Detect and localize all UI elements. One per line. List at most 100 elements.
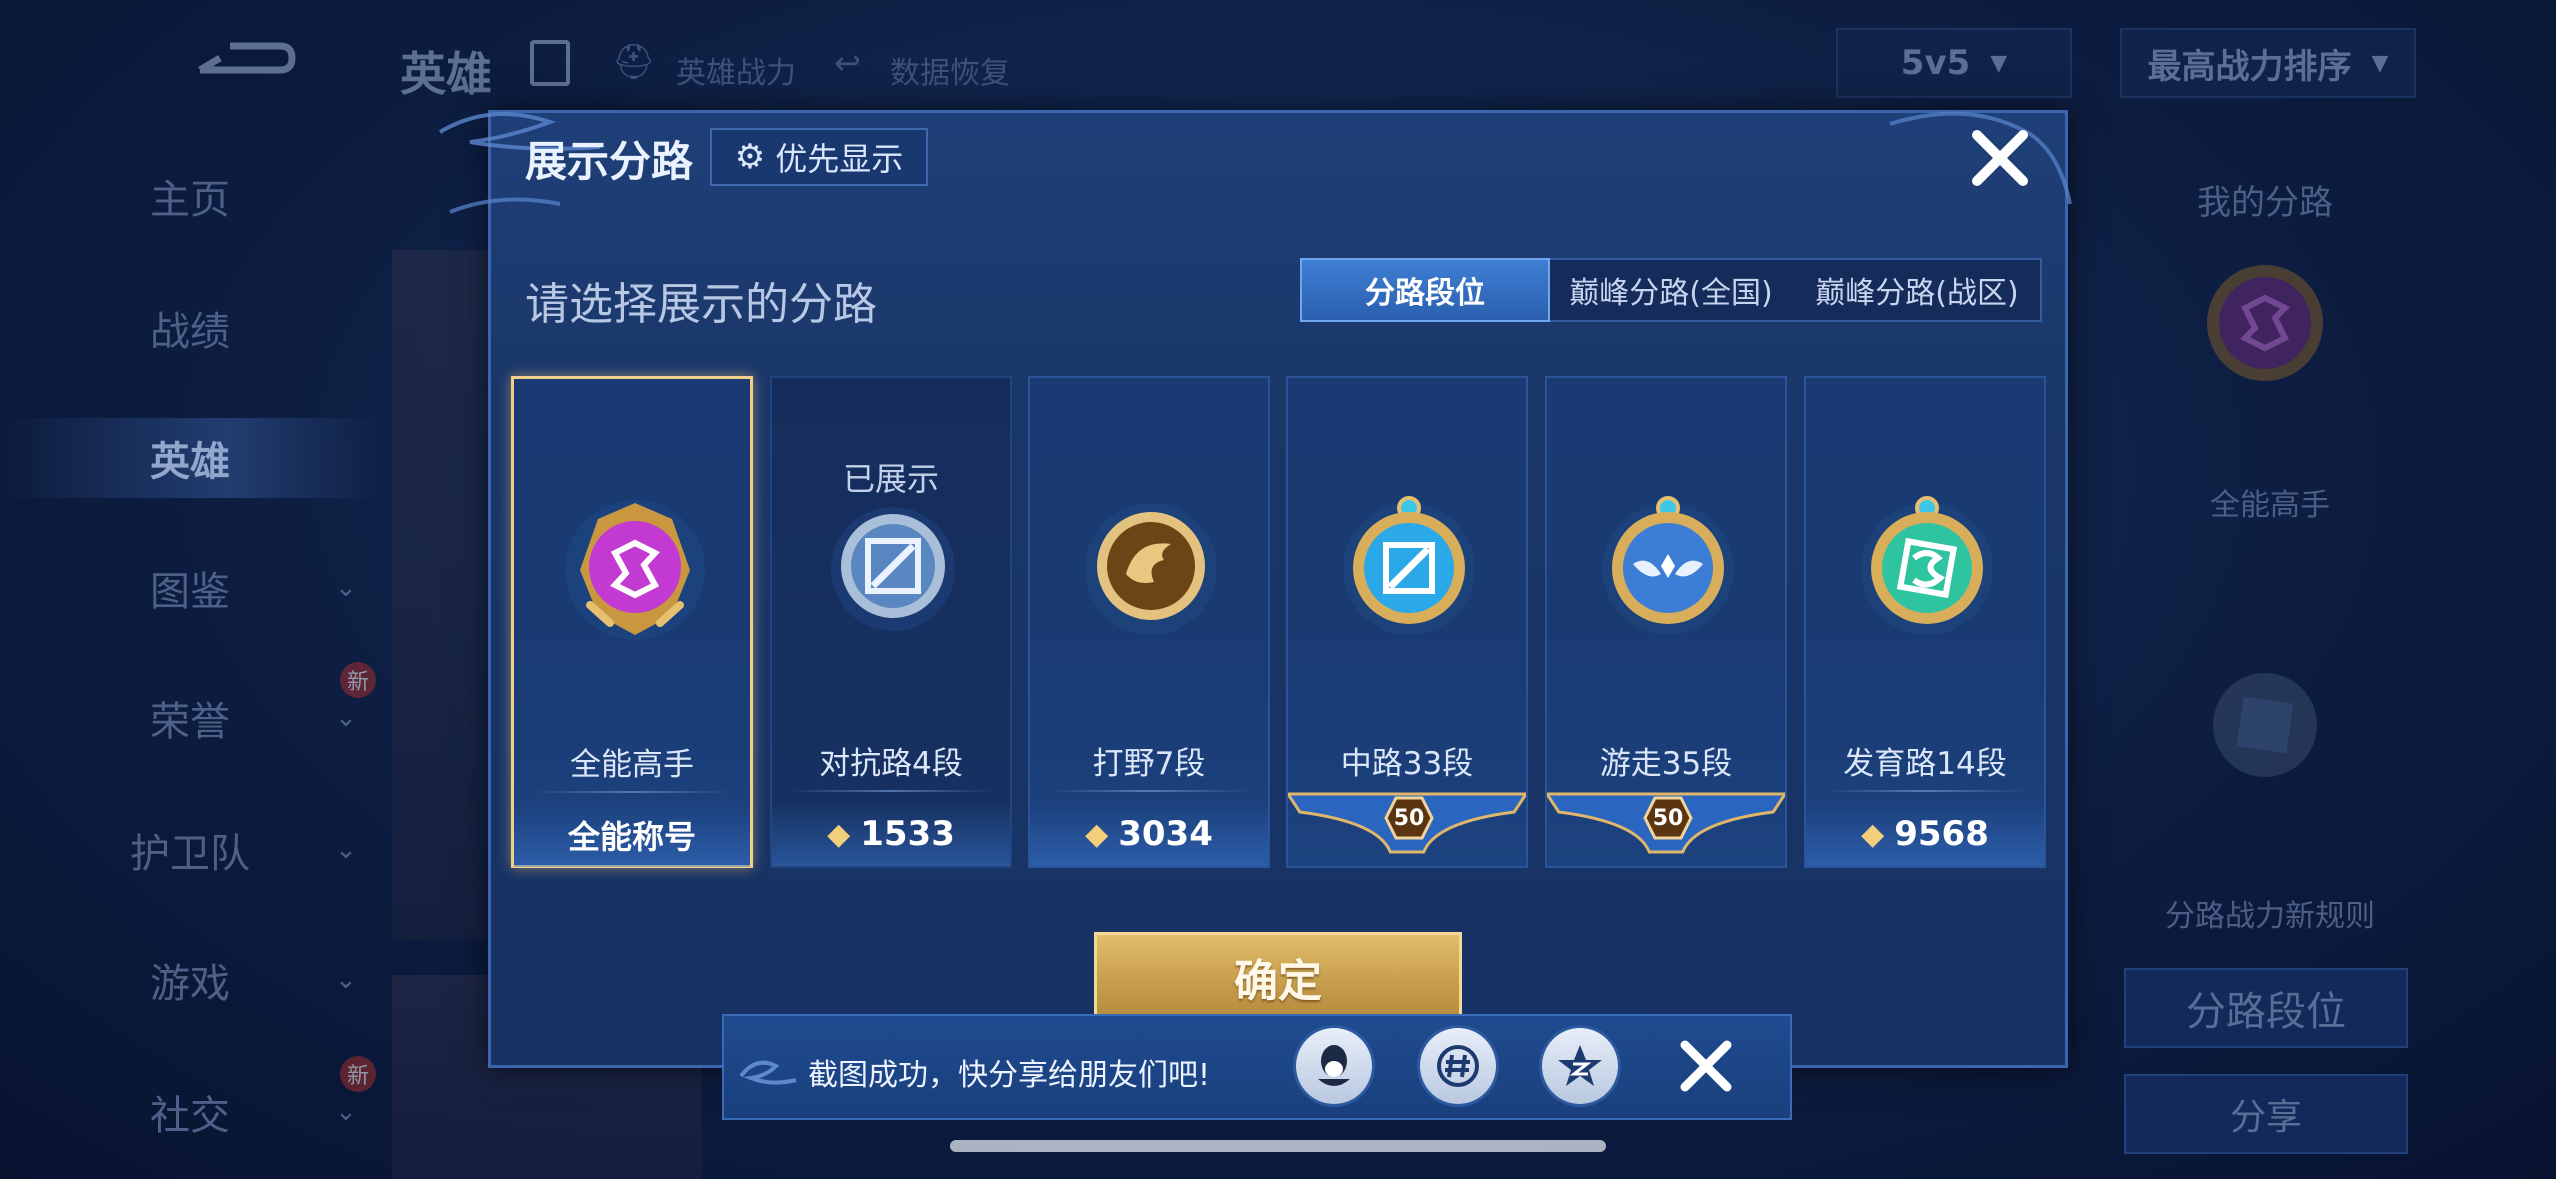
close-button[interactable]	[1960, 118, 2040, 198]
nav-label: 护卫队	[130, 831, 250, 877]
dialog-subtitle: 请选择展示的分路	[525, 279, 877, 330]
chevron-down-icon: ⌄	[335, 573, 357, 603]
lane-power-icon: ◆	[1861, 816, 1885, 852]
priority-display-button[interactable]: ⚙ 优先显示	[710, 128, 928, 186]
confirm-button[interactable]: 确定	[1094, 932, 1462, 1022]
farm-lane-emblem-icon	[1861, 496, 1993, 635]
share-qq-button[interactable]	[1296, 1028, 1372, 1104]
lane-card-name: 中路33段	[1340, 746, 1474, 782]
star-count: 50	[1652, 805, 1684, 831]
nav-item-honor[interactable]: 荣誉 ⌄	[0, 678, 380, 758]
nav-item-codex[interactable]: 图鉴 ⌄	[0, 548, 380, 628]
nav-label: 荣誉	[150, 699, 230, 745]
sort-select[interactable]: 最高战力排序 ▼	[2120, 28, 2416, 98]
star-count: 50	[1393, 805, 1425, 831]
lane-card-all-round[interactable]: 全能高手 全能称号	[511, 376, 753, 868]
lane-card-roam[interactable]: 游走35段 50	[1545, 376, 1787, 868]
lane-power-rule-link[interactable]: 分路战力新规则	[2118, 878, 2422, 948]
all-round-emblem-icon	[565, 500, 705, 640]
share-qzone-button[interactable]	[1542, 1028, 1618, 1104]
data-restore-link[interactable]: 数据恢复	[890, 48, 1010, 92]
tab-peak-lane-national[interactable]: 巅峰分路(全国)	[1548, 260, 1794, 320]
toast-close-button[interactable]	[1670, 1030, 1742, 1102]
nav-item-social[interactable]: 社交 ⌄	[0, 1072, 380, 1152]
home-indicator[interactable]	[950, 1140, 1606, 1152]
chevron-down-icon: ▼	[2371, 50, 2389, 76]
chevron-down-icon: ▼	[1990, 50, 2008, 76]
divider	[790, 790, 992, 792]
nav-item-heroes[interactable]: 英雄	[0, 418, 380, 498]
hero-card-background	[392, 250, 502, 940]
lane-power-icon: ◆	[1085, 816, 1109, 852]
qq-icon	[1318, 1045, 1350, 1086]
sort-select-value: 最高战力排序	[2147, 46, 2352, 87]
nav-label: 社交	[150, 1093, 230, 1139]
new-badge: 新	[340, 662, 376, 698]
lane-card-mid[interactable]: 中路33段 50	[1286, 376, 1528, 868]
nav-item-guard-team[interactable]: 护卫队 ⌄	[0, 810, 380, 890]
clash-lane-emblem-icon	[831, 507, 955, 631]
my-lane-label: 全能高手	[2210, 488, 2330, 523]
share-button[interactable]: 分享	[2124, 1074, 2408, 1154]
clash-lane-emblem-icon	[2213, 673, 2317, 777]
hero-power-link[interactable]: 英雄战力	[676, 48, 796, 92]
chevron-down-icon: ⌄	[335, 835, 357, 865]
back-arrow-icon[interactable]	[190, 30, 300, 90]
mode-select-value: 5v5	[1900, 43, 1971, 83]
lane-card-jungle[interactable]: 打野7段 ◆ 3034	[1028, 376, 1270, 868]
lane-card-footer: ◆ 1533	[772, 802, 1010, 866]
star-count-badge: 50	[1384, 796, 1434, 840]
restore-icon: ↩	[834, 44, 861, 82]
lane-power-score: 3034	[1118, 814, 1213, 854]
my-lanes-title: 我的分路	[2197, 183, 2333, 223]
all-round-emblem-icon	[2207, 265, 2323, 381]
lane-power-score: 9568	[1894, 814, 1989, 854]
close-icon	[1680, 1040, 1732, 1092]
all-round-title-label: 全能称号	[567, 818, 696, 856]
lane-card-name: 全能高手	[570, 747, 694, 783]
nav-item-games[interactable]: 游戏 ⌄	[0, 940, 380, 1020]
close-icon	[1972, 130, 2028, 186]
lane-card-farm[interactable]: 发育路14段 ◆ 9568	[1804, 376, 2046, 868]
nav-label: 图鉴	[150, 569, 230, 615]
hero-power-icon: ⛑	[612, 42, 656, 82]
divider	[1824, 790, 2026, 792]
lane-rank-button[interactable]: 分路段位	[2124, 968, 2408, 1048]
divider	[532, 791, 732, 793]
lane-power-score: 1533	[860, 814, 955, 854]
lane-card-name: 游走35段	[1599, 746, 1733, 782]
priority-display-label: 优先显示	[775, 140, 904, 178]
star-count-badge: 50	[1643, 796, 1693, 840]
wechat-moments-icon	[1437, 1045, 1479, 1087]
nav-item-records[interactable]: 战绩	[0, 288, 380, 368]
mode-select[interactable]: 5v5 ▼	[1836, 28, 2072, 98]
lane-card-footer: ◆ 9568	[1806, 802, 2044, 866]
tab-lane-rank[interactable]: 分路段位	[1300, 258, 1550, 322]
tab-peak-lane-region[interactable]: 巅峰分路(战区)	[1794, 260, 2040, 320]
lane-tabs: 分路段位 巅峰分路(全国) 巅峰分路(战区)	[1300, 258, 2042, 322]
list-icon[interactable]	[530, 40, 570, 86]
lane-card-name: 发育路14段	[1843, 746, 2007, 782]
gear-icon: ⚙	[734, 137, 766, 177]
lane-card-footer: ◆ 3034	[1030, 802, 1268, 866]
nav-label: 主页	[150, 177, 230, 223]
dialog-title: 展示分路	[525, 137, 694, 186]
lane-card-clash[interactable]: 已展示 对抗路4段 ◆ 1533	[770, 376, 1012, 868]
lane-power-icon: ◆	[827, 816, 851, 852]
nav-label: 战绩	[150, 309, 230, 355]
lane-card-footer: 全能称号	[514, 803, 750, 867]
lane-card-name: 对抗路4段	[819, 746, 963, 782]
chevron-down-icon: ⌄	[335, 703, 357, 733]
roam-emblem-icon	[1602, 496, 1734, 635]
mid-lane-emblem-icon	[1343, 496, 1475, 635]
cloud-swirl-icon	[739, 1060, 797, 1085]
toast-message: 截图成功，快分享给朋友们吧!	[808, 1058, 1211, 1093]
nav-item-home[interactable]: 主页	[0, 156, 380, 236]
share-wechat-moments-button[interactable]	[1420, 1028, 1496, 1104]
divider	[1048, 790, 1250, 792]
nav-label: 英雄	[150, 439, 230, 485]
nav-label: 游戏	[150, 961, 230, 1007]
chevron-down-icon: ⌄	[335, 965, 357, 995]
lane-card-name: 打野7段	[1092, 746, 1206, 782]
new-badge: 新	[340, 1056, 376, 1092]
